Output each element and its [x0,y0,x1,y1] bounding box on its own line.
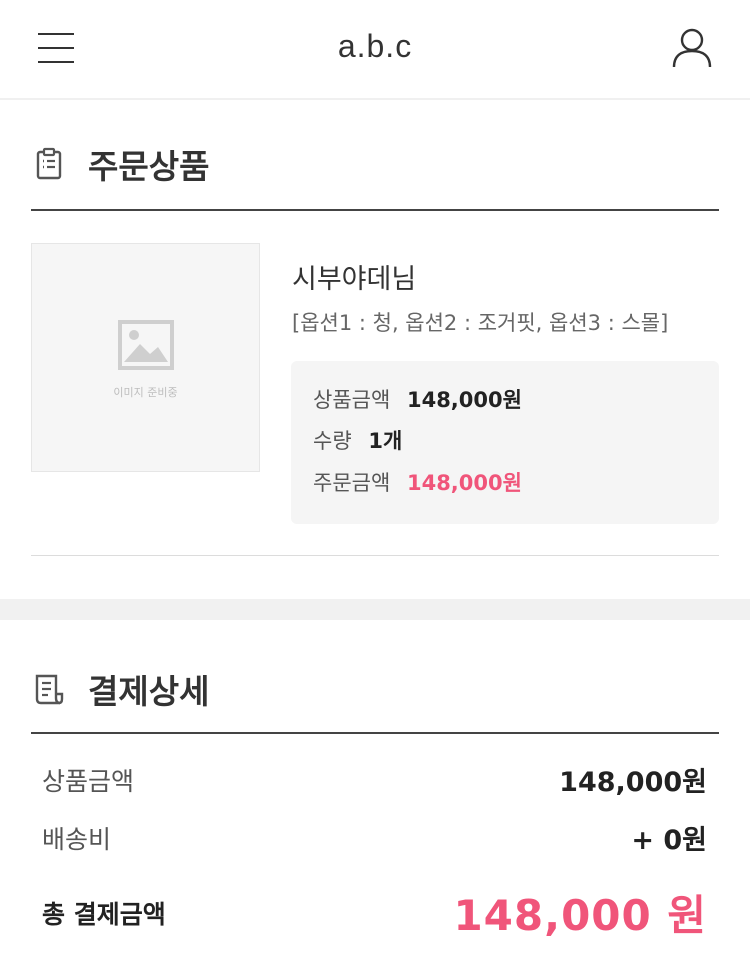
payment-section-heading: 결제상세 [88,672,210,711]
product-price-label: 상품금액 [313,388,391,412]
site-title[interactable]: a.b.c [0,28,750,65]
total-payment-row: 총 결제금액 148,000 원 [42,882,707,943]
payment-section-title: 결제상세 [32,665,209,713]
user-icon[interactable] [672,27,712,69]
order-section-divider [31,209,719,211]
thumbnail-placeholder-text: 이미지 준비중 [113,386,178,399]
order-amount-value: 148,000원 [406,471,522,495]
quantity-value: 1개 [368,429,403,453]
product-name[interactable]: 시부야데님 [292,257,416,296]
order-section-heading: 주문상품 [88,147,210,186]
product-price-row: 상품금액 148,000원 [313,384,522,414]
product-price-value: 148,000원 [406,388,522,412]
top-header: a.b.c [0,0,750,100]
product-thumbnail[interactable]: 이미지 준비중 [31,243,260,472]
shipping-fee-label: 배송비 [42,824,112,854]
payment-section-divider [31,732,719,734]
order-section-title: 주문상품 [32,140,209,188]
order-amount-label: 주문금액 [313,471,391,495]
shipping-fee-row: 배송비 + 0원 [42,818,707,857]
section-separator [0,599,750,620]
quantity-row: 수량 1개 [313,425,402,455]
payment-product-amount-label: 상품금액 [42,766,135,796]
shipping-fee-value: + 0원 [631,825,707,856]
quantity-label: 수량 [313,429,352,453]
product-divider [31,555,719,556]
payment-product-amount-row: 상품금액 148,000원 [42,760,707,799]
payment-product-amount-value: 148,000원 [559,767,707,798]
clipboard-icon [32,147,66,181]
product-price-box: 상품금액 148,000원 수량 1개 주문금액 148,000원 [291,361,719,524]
receipt-icon [32,672,66,706]
order-amount-row: 주문금액 148,000원 [313,467,522,497]
product-options: [옵션1 : 청, 옵션2 : 조거핏, 옵션3 : 스몰] [292,311,669,335]
total-payment-value: 148,000 원 [453,891,707,940]
image-placeholder-icon [118,320,174,374]
total-payment-label: 총 결제금액 [42,899,166,929]
